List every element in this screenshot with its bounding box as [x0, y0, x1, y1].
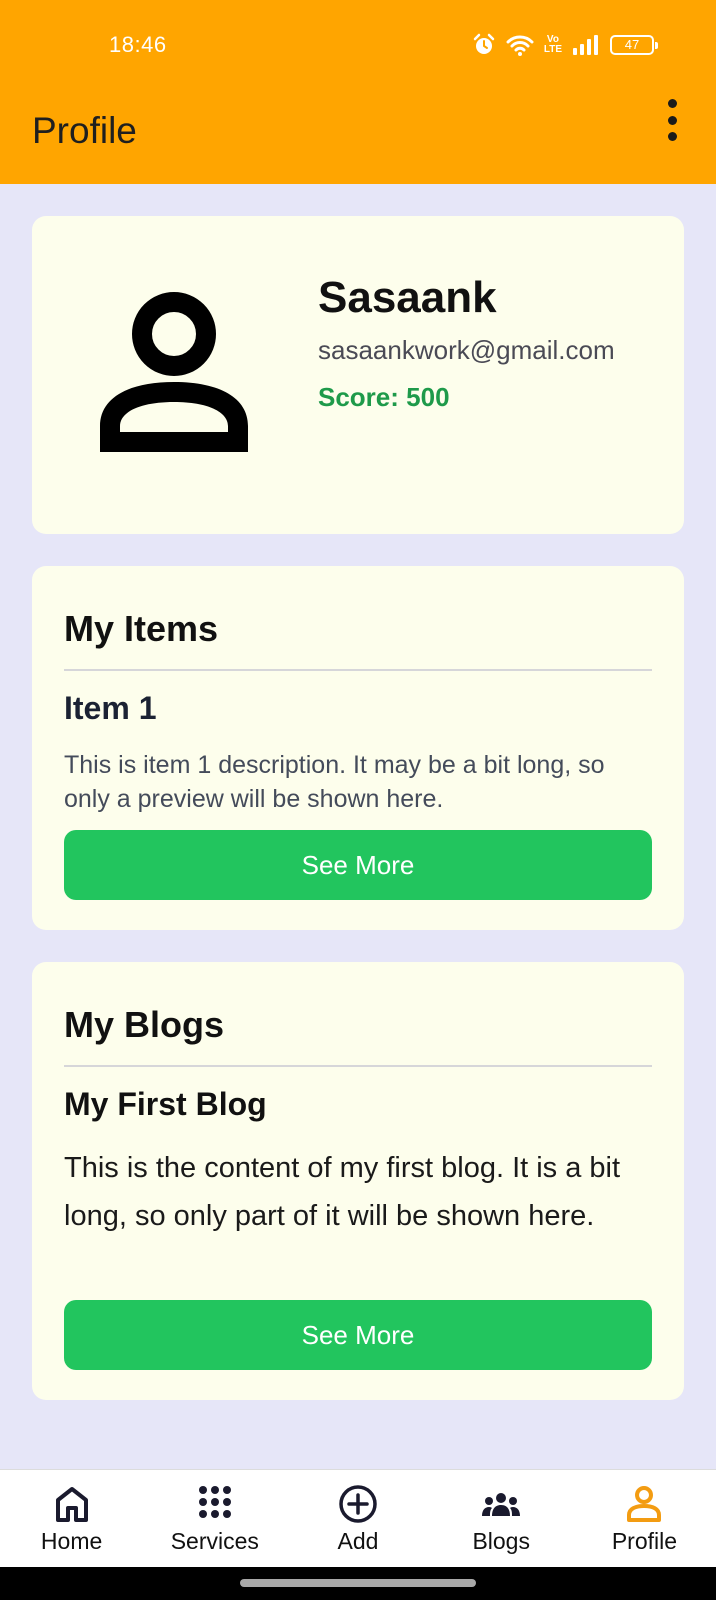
- blog-description: This is the content of my first blog. It…: [64, 1152, 621, 1232]
- signal-icon: [573, 35, 598, 55]
- battery-icon: 47: [610, 35, 658, 55]
- menu-dot: [667, 115, 677, 125]
- profile-score: Score: 500: [318, 382, 450, 412]
- volte-icon: Vo LTE: [544, 35, 562, 55]
- wifi-icon: [506, 35, 534, 56]
- section-title-blogs: My Blogs: [64, 1004, 225, 1045]
- more-vertical-icon[interactable]: [654, 96, 690, 144]
- person-icon: [627, 1486, 662, 1522]
- nav-label-blogs: Blogs: [472, 1528, 530, 1554]
- add-circle-icon: [339, 1485, 377, 1523]
- divider: [64, 1065, 652, 1067]
- blog-see-more-button[interactable]: See More: [64, 1300, 652, 1370]
- nav-label-home: Home: [40, 1528, 103, 1554]
- grid-dots-icon: [198, 1486, 231, 1518]
- item-see-more-button[interactable]: See More: [64, 830, 652, 900]
- home-icon: [55, 1487, 88, 1522]
- menu-dot: [667, 99, 677, 108]
- status-icons: Vo LTE 47: [472, 32, 658, 58]
- blog-title: My First Blog: [64, 1086, 267, 1122]
- nav-item-blogs[interactable]: Blogs: [430, 1470, 573, 1567]
- person-icon: [100, 292, 248, 452]
- item-title: Item 1: [64, 690, 157, 726]
- nav-label-add: Add: [337, 1528, 379, 1554]
- nav-item-add[interactable]: Add: [286, 1470, 429, 1567]
- profile-screen: 18:46 Vo LTE 47 Profile Sasaank sasaankw…: [0, 0, 716, 1600]
- home-gesture-handle[interactable]: [240, 1579, 476, 1587]
- group-icon: [482, 1493, 521, 1516]
- profile-card: Sasaank sasaankwork@gmail.com Score: 500: [32, 216, 684, 534]
- nav-label-services: Services: [170, 1528, 259, 1554]
- profile-email: sasaankwork@gmail.com: [318, 335, 615, 365]
- my-items-card: My Items Item 1 This is item 1 descripti…: [32, 566, 684, 930]
- divider: [64, 669, 652, 671]
- gesture-bar: [0, 1567, 716, 1600]
- bottom-nav: Home Services Add Blogs Profile: [0, 1469, 716, 1567]
- item-description: This is item 1 description. It may be a …: [64, 751, 605, 813]
- section-title-items: My Items: [64, 608, 219, 649]
- nav-item-services[interactable]: Services: [143, 1470, 286, 1567]
- menu-dot: [667, 132, 677, 141]
- nav-label-profile: Profile: [611, 1528, 678, 1554]
- nav-item-home[interactable]: Home: [0, 1470, 143, 1567]
- app-bar: 18:46 Vo LTE 47 Profile: [0, 0, 716, 184]
- volte-bottom-label: LTE: [543, 44, 562, 55]
- profile-name: Sasaank: [318, 273, 497, 322]
- nav-item-profile[interactable]: Profile: [573, 1470, 716, 1567]
- status-time: 18:46: [109, 32, 167, 57]
- alarm-icon: [473, 33, 495, 54]
- my-blogs-card: My Blogs My First Blog This is the conte…: [32, 962, 684, 1400]
- page-title: Profile: [32, 110, 137, 151]
